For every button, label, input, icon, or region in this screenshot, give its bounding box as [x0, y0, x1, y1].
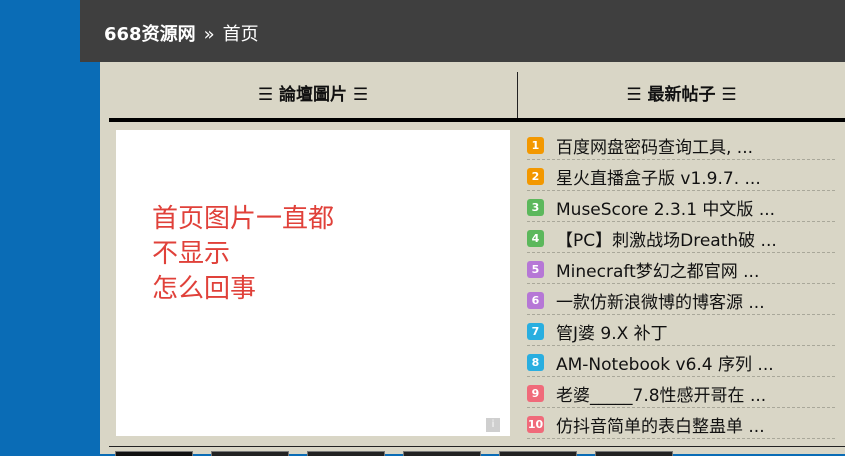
rank-badge-icon: 2	[527, 167, 544, 185]
post-item[interactable]: 1 百度网盘密码查询工具, ...	[527, 131, 835, 160]
post-title-link[interactable]: AM-Notebook v6.4 序列 ...	[556, 350, 774, 375]
post-item[interactable]: 2 星火直播盒子版 v1.9.7. ...	[527, 162, 835, 191]
post-title-link[interactable]: 老婆_____7.8性感开哥在 ...	[556, 381, 766, 406]
main-panel: ☰ 論壇圖片 ☰ ☰ 最新帖子 ☰ 首页图片一直都 不显示 怎么回事 i 1 百…	[100, 62, 845, 456]
breadcrumb: 668资源网 » 首页	[104, 22, 259, 48]
menu-lines-icon: ☰	[626, 85, 642, 105]
info-icon[interactable]: i	[486, 418, 500, 432]
forum-images-title: 論壇圖片	[279, 85, 347, 105]
forum-images-heading: ☰ 論壇圖片 ☰	[109, 72, 517, 118]
post-title-link[interactable]: Minecraft梦幻之都官网 ...	[556, 257, 759, 282]
latest-posts-heading: ☰ 最新帖子 ☰	[518, 72, 845, 118]
post-item[interactable]: 4 【PC】刺激战场Dreath破 ...	[527, 224, 835, 253]
header-rule	[109, 118, 845, 122]
post-title-link[interactable]: 【PC】刺激战场Dreath破 ...	[556, 226, 777, 251]
rank-badge-icon: 3	[527, 198, 544, 216]
breadcrumb-separator-icon: »	[203, 24, 215, 45]
top-bar: 668资源网 » 首页	[80, 0, 845, 62]
post-item[interactable]: 8 AM-Notebook v6.4 序列 ...	[527, 348, 835, 377]
menu-lines-icon: ☰	[721, 85, 737, 105]
latest-posts-title: 最新帖子	[647, 85, 716, 105]
post-title-link[interactable]: 管J婆 9.X 补丁	[556, 319, 668, 344]
rank-badge-icon: 9	[527, 384, 544, 402]
rank-badge-icon: 7	[527, 322, 544, 340]
post-title-link[interactable]: 百度网盘密码查询工具, ...	[556, 133, 753, 158]
forum-image-slide[interactable]: 首页图片一直都 不显示 怎么回事 i	[116, 130, 510, 436]
forum-image-text: 首页图片一直都 不显示 怎么回事	[152, 204, 335, 304]
post-title-link[interactable]: MuseScore 2.3.1 中文版 ...	[556, 195, 775, 220]
post-item[interactable]: 9 老婆_____7.8性感开哥在 ...	[527, 379, 835, 408]
rank-badge-icon: 6	[527, 291, 544, 309]
post-item[interactable]: 6 一款仿新浪微博的博客源 ...	[527, 286, 835, 315]
latest-posts-list: 1 百度网盘密码查询工具, ... 2 星火直播盒子版 v1.9.7. ... …	[527, 131, 835, 441]
rank-badge-icon: 5	[527, 260, 544, 278]
site-name-link[interactable]: 668资源网	[104, 24, 196, 45]
post-item[interactable]: 5 Minecraft梦幻之都官网 ...	[527, 255, 835, 284]
post-title-link[interactable]: 星火直播盒子版 v1.9.7. ...	[556, 164, 761, 189]
post-item[interactable]: 7 管J婆 9.X 补丁	[527, 317, 835, 346]
breadcrumb-current: 首页	[222, 24, 259, 45]
menu-lines-icon: ☰	[257, 85, 274, 105]
rank-badge-icon: 10	[527, 415, 544, 433]
post-item[interactable]: 10 仿抖音简单的表白整蛊单 ...	[527, 410, 835, 439]
post-title-link[interactable]: 仿抖音简单的表白整蛊单 ...	[556, 412, 765, 437]
post-item[interactable]: 3 MuseScore 2.3.1 中文版 ...	[527, 193, 835, 222]
rank-badge-icon: 4	[527, 229, 544, 247]
menu-lines-icon: ☰	[352, 85, 369, 105]
post-title-link[interactable]: 一款仿新浪微博的博客源 ...	[556, 288, 765, 313]
rank-badge-icon: 1	[527, 136, 544, 154]
rank-badge-icon: 8	[527, 353, 544, 371]
